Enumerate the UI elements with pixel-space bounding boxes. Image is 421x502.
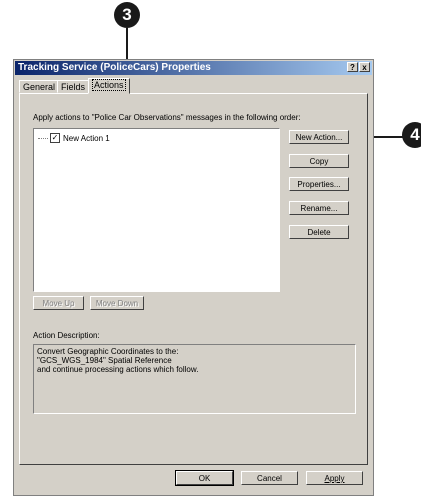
delete-button[interactable]: Delete: [289, 225, 349, 239]
copy-label: Copy: [309, 157, 329, 166]
rename-button[interactable]: Rename...: [289, 201, 349, 215]
list-item-label: New Action 1: [63, 133, 110, 143]
close-button[interactable]: x: [359, 62, 370, 72]
tab-fields-label: Fields: [61, 82, 86, 92]
callout-3-number: 3: [122, 5, 132, 24]
window-title: Tracking Service (PoliceCars) Properties: [18, 62, 211, 73]
cancel-label: Cancel: [257, 474, 282, 483]
new-action-button[interactable]: New Action...: [289, 130, 349, 144]
move-up-label: Move Up: [42, 299, 75, 308]
tab-fields[interactable]: Fields: [57, 80, 90, 93]
help-icon: ?: [350, 63, 355, 72]
copy-button[interactable]: Copy: [289, 154, 349, 168]
properties-button[interactable]: Properties...: [289, 177, 349, 191]
new-action-label: New Action...: [295, 133, 343, 142]
close-icon: x: [362, 63, 367, 72]
tab-general-label: General: [23, 82, 56, 92]
title-bar: Tracking Service (PoliceCars) Properties: [15, 61, 372, 75]
tab-general[interactable]: General: [19, 80, 60, 93]
ok-button[interactable]: OK: [175, 470, 234, 486]
callout-3: 3: [114, 2, 140, 28]
ok-label: OK: [198, 474, 211, 483]
actions-list[interactable]: ✓ New Action 1: [33, 128, 280, 292]
move-down-button[interactable]: Move Down: [90, 296, 144, 310]
checkbox-new-action-1[interactable]: ✓: [50, 133, 60, 143]
apply-button[interactable]: Apply: [306, 471, 363, 485]
actions-instruction: Apply actions to "Police Car Observation…: [33, 113, 301, 122]
action-description-box: Convert Geographic Coordinates to the: "…: [33, 344, 356, 414]
callout-4-number: 4: [410, 125, 420, 144]
rename-label: Rename...: [300, 204, 338, 213]
properties-dialog: Tracking Service (PoliceCars) Properties…: [13, 59, 374, 496]
apply-label: Apply: [324, 474, 345, 483]
tab-actions-label: Actions: [92, 79, 126, 91]
properties-label: Properties...: [297, 180, 341, 189]
tree-connector: [38, 137, 48, 139]
move-up-button[interactable]: Move Up: [33, 296, 84, 310]
callout-4: 4: [402, 122, 421, 148]
move-down-label: Move Down: [95, 299, 139, 308]
list-item[interactable]: ✓ New Action 1: [38, 133, 110, 143]
action-description-label: Action Description:: [33, 331, 100, 340]
delete-label: Delete: [307, 228, 331, 237]
cancel-button[interactable]: Cancel: [241, 471, 298, 485]
help-button[interactable]: ?: [347, 62, 358, 72]
tab-actions[interactable]: Actions: [88, 78, 130, 94]
